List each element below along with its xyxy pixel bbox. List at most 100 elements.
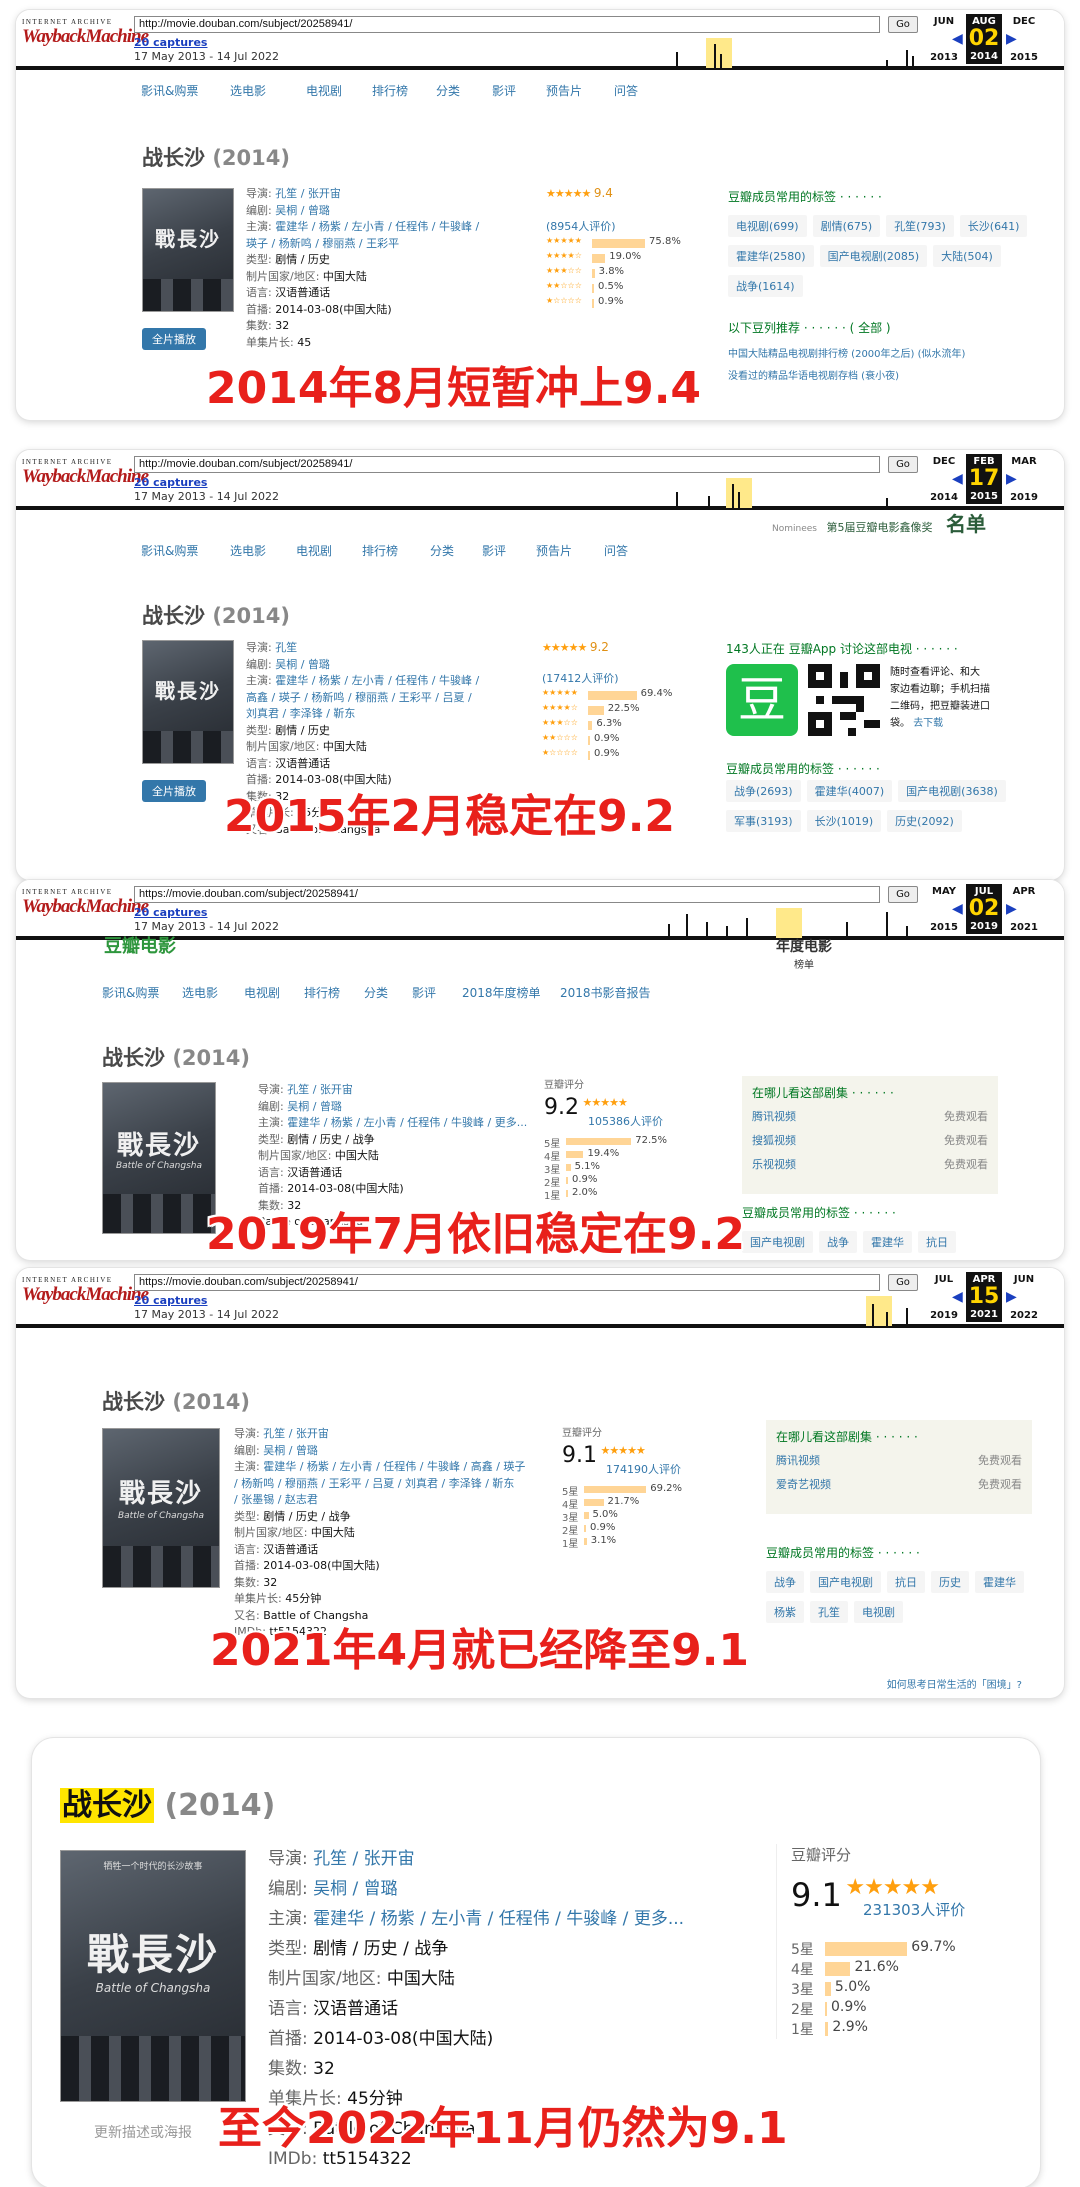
wayback-url-input[interactable]: http://movie.douban.com/subject/20258941… bbox=[134, 456, 880, 473]
info-link[interactable]: 吴桐 / 曾璐 bbox=[275, 204, 330, 217]
wayback-go-button[interactable]: Go bbox=[888, 1274, 918, 1291]
poster-image[interactable]: 戰長沙 Battle of Changsha bbox=[102, 1082, 216, 1234]
info-link[interactable]: 霍建华 / 杨紫 / 左小青 / 任程伟 / 牛骏峰 / 更多... bbox=[287, 1116, 527, 1129]
play-button[interactable]: 全片播放 bbox=[142, 780, 206, 802]
tag-chip[interactable]: 电视剧(699) bbox=[728, 215, 807, 237]
info-link[interactable]: / 张墨锡 / 赵志君 bbox=[234, 1493, 318, 1506]
nav-item[interactable]: 分类 bbox=[436, 82, 460, 99]
captures-link[interactable]: 20 captures bbox=[134, 476, 207, 489]
rec-item[interactable]: 中国大陆精品电视剧排行榜 (2000年之后) (似水流年) bbox=[728, 344, 1048, 366]
capture-sparkline[interactable] bbox=[346, 34, 926, 68]
next-capture-arrow-icon[interactable]: ▶ bbox=[1006, 901, 1017, 917]
nav-item[interactable]: 预告片 bbox=[536, 542, 572, 559]
vote-count[interactable]: 231303人评价 bbox=[863, 1899, 996, 1923]
wayback-go-button[interactable]: Go bbox=[888, 456, 918, 473]
info-link[interactable]: 霍建华 / 杨紫 / 左小青 / 任程伟 / 牛骏峰 / bbox=[275, 674, 479, 687]
annual-list-banner[interactable]: 年度电影 榜单 bbox=[776, 936, 832, 971]
watch-row[interactable]: 搜狐视频 免费观看 bbox=[752, 1129, 988, 1153]
wayback-logo[interactable]: INTERNET ARCHIVE WaybackMachine bbox=[22, 458, 149, 488]
info-link[interactable]: 霍建华 / 杨紫 / 左小青 / 任程伟 / 牛骏峰 / bbox=[275, 220, 479, 233]
watch-row[interactable]: 腾讯视频 免费观看 bbox=[752, 1105, 988, 1129]
prev-capture-arrow-icon[interactable]: ◀ bbox=[952, 1289, 963, 1305]
wayback-calendar[interactable]: JUN AUG 02 2014 DEC 2013 2015 ◀ ▶ bbox=[926, 14, 1064, 64]
tag-chip[interactable]: 霍建华 bbox=[975, 1571, 1024, 1593]
wayback-url-input[interactable]: https://movie.douban.com/subject/2025894… bbox=[134, 886, 880, 903]
nav-item[interactable]: 电视剧 bbox=[306, 82, 342, 99]
next-capture-arrow-icon[interactable]: ▶ bbox=[1006, 1289, 1017, 1305]
info-link[interactable]: / 杨新鸣 / 穆丽燕 / 王彩平 / 吕夏 / 刘真君 / 李泽锋 / 靳东 bbox=[234, 1477, 514, 1490]
nav-item[interactable]: 影讯&购票 bbox=[141, 82, 198, 99]
play-button[interactable]: 全片播放 bbox=[142, 328, 206, 350]
prev-capture-arrow-icon[interactable]: ◀ bbox=[952, 31, 963, 47]
watch-row[interactable]: 爱奇艺视频 免费观看 bbox=[776, 1473, 1022, 1497]
tag-chip[interactable]: 国产电视剧(3638) bbox=[898, 780, 1006, 802]
info-link[interactable]: 孔笙 / 张开宙 bbox=[263, 1427, 329, 1440]
info-link[interactable]: 吴桐 / 曾璐 bbox=[313, 1879, 398, 1899]
download-link[interactable]: 去下载 bbox=[913, 718, 943, 729]
watch-row[interactable]: 腾讯视频 免费观看 bbox=[776, 1449, 1022, 1473]
vote-count[interactable]: 174190人评价 bbox=[606, 1461, 742, 1479]
info-link[interactable]: 孔笙 bbox=[275, 641, 297, 654]
tag-chip[interactable]: 孔笙(793) bbox=[886, 215, 954, 237]
tag-chip[interactable]: 国产电视剧(2085) bbox=[819, 245, 928, 267]
info-link[interactable]: 瑛子 / 杨新鸣 / 穆丽燕 / 王彩平 bbox=[246, 237, 399, 250]
nav-item[interactable]: 电视剧 bbox=[296, 542, 332, 559]
tag-chip[interactable]: 抗日 bbox=[887, 1571, 925, 1593]
rec-item[interactable]: 没看过的精品华语电视剧存档 (衰小夜) bbox=[728, 366, 1048, 388]
tag-chip[interactable]: 历史 bbox=[931, 1571, 969, 1593]
tag-chip[interactable]: 长沙(1019) bbox=[806, 810, 882, 832]
poster-image[interactable]: 戰長沙 bbox=[142, 640, 234, 764]
tag-chip[interactable]: 杨紫 bbox=[766, 1601, 804, 1623]
tag-chip[interactable]: 电视剧 bbox=[854, 1601, 903, 1623]
wayback-url-input[interactable]: https://movie.douban.com/subject/2025894… bbox=[134, 1274, 880, 1291]
info-link[interactable]: 霍建华 / 杨紫 / 左小青 / 任程伟 / 牛骏峰 / 更多... bbox=[313, 1909, 684, 1929]
tag-chip[interactable]: 霍建华(4007) bbox=[806, 780, 893, 802]
wayback-logo[interactable]: INTERNET ARCHIVE WaybackMachine bbox=[22, 18, 149, 48]
info-link[interactable]: 霍建华 / 杨紫 / 左小青 / 任程伟 / 牛骏峰 / 高鑫 / 瑛子 bbox=[263, 1460, 525, 1473]
tag-chip[interactable]: 剧情(675) bbox=[812, 215, 881, 237]
wayback-calendar[interactable]: JUL APR 15 2021 JUN 2019 2022 ◀ ▶ bbox=[926, 1272, 1064, 1322]
nav-item[interactable]: 影评 bbox=[412, 984, 436, 1001]
tag-chip[interactable]: 历史(2092) bbox=[887, 810, 962, 832]
tag-chip[interactable]: 战争(2693) bbox=[726, 780, 801, 802]
nav-item[interactable]: 排行榜 bbox=[372, 82, 408, 99]
nav-item[interactable]: 2018书影音报告 bbox=[560, 984, 651, 1001]
poster-image[interactable]: 牺牲一个时代的长沙故事 戰長沙 Battle of Changsha bbox=[60, 1850, 246, 2102]
nav-item[interactable]: 分类 bbox=[364, 984, 388, 1001]
nav-item[interactable]: 影讯&购票 bbox=[102, 984, 159, 1001]
nav-item[interactable]: 预告片 bbox=[546, 82, 582, 99]
wayback-calendar[interactable]: MAY JUL 02 2019 APR 2015 2021 ◀ ▶ bbox=[926, 884, 1064, 934]
nav-item[interactable]: 影讯&购票 bbox=[141, 542, 198, 559]
info-link[interactable]: 孔笙 / 张开宙 bbox=[287, 1083, 353, 1096]
vote-count[interactable]: (17412人评价) bbox=[542, 670, 722, 688]
nav-item[interactable]: 选电影 bbox=[182, 984, 218, 1001]
tag-chip[interactable]: 霍建华 bbox=[863, 1231, 912, 1253]
tag-chip[interactable]: 战争(1614) bbox=[728, 275, 803, 297]
info-link[interactable]: 吴桐 / 曾璐 bbox=[275, 658, 330, 671]
wayback-logo[interactable]: INTERNET ARCHIVE WaybackMachine bbox=[22, 1276, 149, 1306]
douban-movie-logo[interactable]: 豆瓣电影 bbox=[104, 932, 176, 958]
nav-item[interactable]: 影评 bbox=[492, 82, 516, 99]
wayback-calendar[interactable]: DEC FEB 17 2015 MAR 2014 2019 ◀ ▶ bbox=[926, 454, 1064, 504]
tag-chip[interactable]: 孔笙 bbox=[810, 1601, 848, 1623]
tag-chip[interactable]: 国产电视剧 bbox=[810, 1571, 881, 1593]
captures-link[interactable]: 20 captures bbox=[134, 36, 207, 49]
capture-sparkline[interactable] bbox=[346, 904, 926, 938]
wayback-url-input[interactable]: http://movie.douban.com/subject/20258941… bbox=[134, 16, 880, 33]
douban-app-icon[interactable]: 豆 bbox=[726, 664, 798, 736]
nav-item[interactable]: 电视剧 bbox=[244, 984, 280, 1001]
info-link[interactable]: 刘真君 / 李泽锋 / 靳东 bbox=[246, 707, 355, 720]
tag-chip[interactable]: 抗日 bbox=[918, 1231, 956, 1253]
capture-sparkline[interactable] bbox=[346, 1292, 926, 1326]
update-poster-link[interactable]: 更新描述或海报 bbox=[94, 2122, 192, 2142]
qr-code-icon[interactable] bbox=[808, 664, 880, 736]
next-capture-arrow-icon[interactable]: ▶ bbox=[1006, 31, 1017, 47]
nav-item[interactable]: 问答 bbox=[614, 82, 638, 99]
vote-count[interactable]: 105386人评价 bbox=[588, 1113, 724, 1131]
nav-item[interactable]: 影评 bbox=[482, 542, 506, 559]
captures-link[interactable]: 20 captures bbox=[134, 906, 207, 919]
wayback-go-button[interactable]: Go bbox=[888, 886, 918, 903]
tag-chip[interactable]: 霍建华(2580) bbox=[728, 245, 814, 267]
tag-chip[interactable]: 战争 bbox=[819, 1231, 857, 1253]
info-link[interactable]: 高鑫 / 瑛子 / 杨新鸣 / 穆丽燕 / 王彩平 / 吕夏 / bbox=[246, 691, 472, 704]
